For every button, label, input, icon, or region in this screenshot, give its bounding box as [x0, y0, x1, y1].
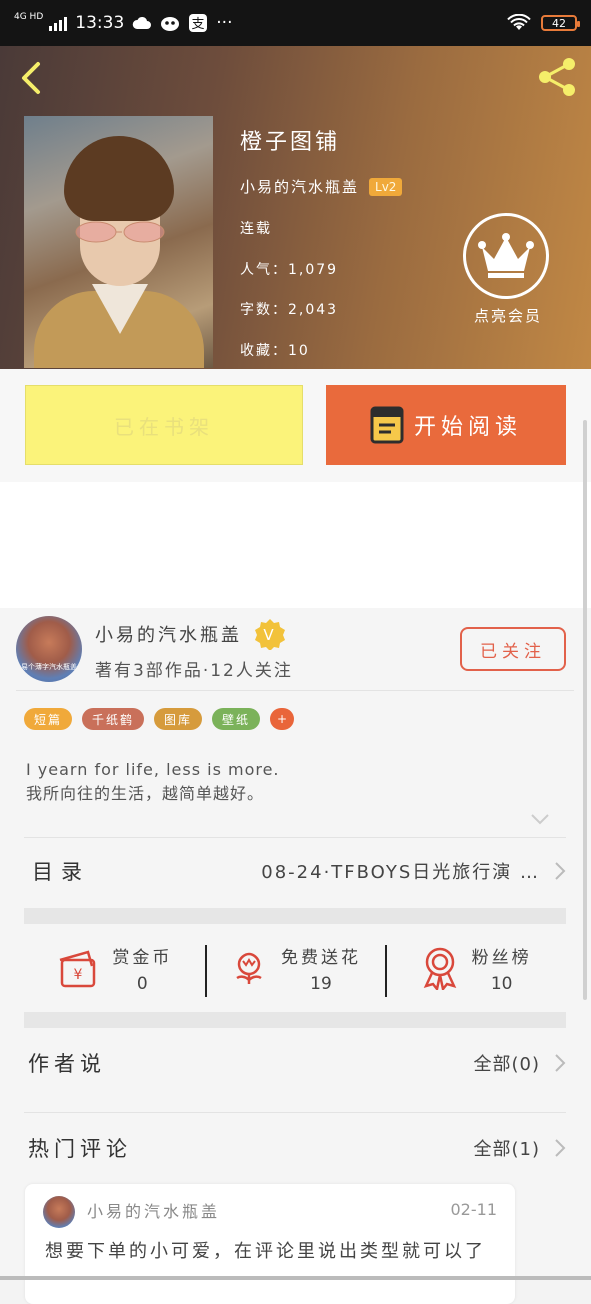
wordcount-value: 2,043: [288, 302, 339, 318]
hot-comments-count: 全部(1): [473, 1139, 540, 1160]
section-separator: [24, 1012, 566, 1028]
stat-fans[interactable]: 粉丝榜 10: [385, 943, 566, 997]
add-tag-button[interactable]: +: [270, 708, 295, 730]
tag-1[interactable]: 千纸鹤: [82, 708, 145, 730]
reward-stats: ¥ 赏金币 0 免费送花 19 粉丝榜 10: [24, 924, 566, 1012]
blank-area: [0, 482, 591, 608]
book-intro: I yearn for life, less is more. 我所向往的生活，…: [26, 758, 280, 806]
favorites-label: 收藏：: [240, 343, 288, 359]
divider: [16, 690, 574, 691]
book-wordcount: 字数：2,043: [240, 299, 338, 319]
table-of-contents-row[interactable]: 目录 08-24·TFBOYS日光旅行演 …: [24, 838, 566, 904]
tag-2[interactable]: 图库: [154, 708, 203, 730]
book-favorites: 收藏：10: [240, 340, 310, 360]
book-details: 易个薄字汽水瓶盖 小易的汽水瓶盖 V 著有3部作品·12人关注 已关注 短篇 千…: [0, 608, 591, 1304]
svg-text:V: V: [263, 626, 276, 644]
in-bookshelf-button[interactable]: 已在书架: [25, 385, 303, 465]
comment-text: 想要下单的小可爱，在评论里说出类型就可以了: [45, 1241, 486, 1262]
start-reading-button[interactable]: 开始阅读: [326, 385, 566, 465]
start-reading-label: 开始阅读: [413, 415, 522, 440]
toc-label: 目录: [32, 860, 90, 884]
author-says-count: 全部(0): [473, 1054, 540, 1075]
stat-coins-value: 0: [136, 973, 148, 994]
stat-flowers[interactable]: 免费送花 19: [204, 943, 386, 997]
author-says-label: 作者说: [28, 1052, 106, 1076]
share-icon[interactable]: [537, 56, 579, 98]
comment-date: 02-11: [450, 1200, 498, 1219]
wordcount-label: 字数：: [240, 302, 288, 318]
popularity-label: 人气：: [240, 262, 288, 278]
tag-3[interactable]: 壁纸: [212, 708, 261, 730]
author-stats: 著有3部作品·12人关注: [95, 661, 293, 681]
back-arrow-icon[interactable]: [16, 60, 46, 96]
section-separator: [24, 908, 566, 924]
more-notifications: ···: [216, 13, 233, 33]
wifi-icon: [507, 14, 531, 30]
intro-line-2: 我所向往的生活，越简单越好。: [26, 784, 265, 803]
crown-icon: [478, 233, 534, 278]
alipay-icon: 支: [189, 14, 208, 32]
author-says-row[interactable]: 作者说 全部(0): [24, 1028, 566, 1098]
chevron-right-icon: [555, 1139, 566, 1157]
book-popularity: 人气：1,079: [240, 259, 338, 279]
stat-coins-label: 赏金币: [112, 947, 173, 968]
commenter-name[interactable]: 小易的汽水瓶盖: [87, 1198, 220, 1222]
vip-label: 点亮会员: [473, 307, 542, 325]
level-badge: Lv2: [369, 177, 403, 196]
svg-text:¥: ¥: [74, 967, 83, 983]
book-status: 连载: [240, 221, 272, 237]
chevron-right-icon: [555, 862, 566, 880]
popularity-value: 1,079: [288, 262, 339, 278]
favorites-value: 10: [288, 343, 310, 359]
comment-card[interactable]: 小易的汽水瓶盖 02-11 想要下单的小可爱，在评论里说出类型就可以了: [25, 1184, 515, 1304]
book-header: 橙子图铺 小易的汽水瓶盖 Lv2 连载 人气：1,079 字数：2,043 收藏…: [0, 46, 591, 369]
book-cover[interactable]: [24, 116, 213, 368]
stat-fans-value: 10: [490, 973, 513, 994]
network-type: 4G HD: [14, 11, 44, 22]
cover-hair: [64, 136, 174, 221]
flower-icon: [236, 952, 262, 984]
app-mascot-icon: [161, 17, 180, 31]
author-name[interactable]: 小易的汽水瓶盖: [95, 621, 242, 647]
medal-icon: [423, 947, 456, 990]
author-avatar[interactable]: 易个薄字汽水瓶盖: [16, 616, 82, 682]
book-title: 橙子图铺: [240, 130, 341, 155]
stat-fans-label: 粉丝榜: [471, 947, 532, 968]
signal-icon: [49, 15, 68, 31]
followed-button[interactable]: 已关注: [460, 627, 566, 671]
hot-comments-row[interactable]: 热门评论 全部(1): [24, 1113, 566, 1183]
verified-badge-icon: V: [255, 619, 285, 650]
action-bar: 已在书架 开始阅读: [0, 369, 591, 482]
chevron-right-icon: [555, 1054, 566, 1072]
avatar-caption: 易个薄字汽水瓶盖: [21, 663, 77, 671]
intro-line-1: I yearn for life, less is more.: [26, 760, 280, 779]
expand-chevron-icon[interactable]: [530, 812, 550, 826]
book-icon: [370, 406, 404, 444]
cover-glasses: [75, 221, 165, 243]
battery-level: 42: [552, 16, 566, 30]
latest-chapter: 08-24·TFBOYS日光旅行演 …: [261, 862, 540, 883]
tag-0[interactable]: 短篇: [24, 708, 73, 730]
book-author-row[interactable]: 小易的汽水瓶盖 Lv2: [240, 176, 403, 197]
hot-comments-label: 热门评论: [28, 1137, 132, 1161]
book-author[interactable]: 小易的汽水瓶盖: [240, 176, 359, 197]
clock: 13:33: [75, 13, 125, 33]
bottom-edge: [0, 1276, 591, 1280]
red-envelope-icon: ¥: [59, 950, 96, 988]
stat-coins[interactable]: ¥ 赏金币 0: [24, 943, 205, 994]
scrollbar[interactable]: [583, 420, 587, 1000]
vip-button[interactable]: 点亮会员: [463, 213, 553, 326]
cloud-icon: [133, 16, 152, 29]
author-name-row[interactable]: 小易的汽水瓶盖 V: [95, 618, 286, 650]
status-bar: 4G HD 13:33 支 ··· 42: [0, 0, 591, 46]
commenter-avatar[interactable]: [43, 1196, 75, 1228]
stat-flowers-value: 19: [310, 973, 332, 994]
tag-list: 短篇 千纸鹤 图库 壁纸 +: [24, 708, 295, 730]
stat-flowers-label: 免费送花: [281, 947, 361, 968]
svg-text:支: 支: [192, 17, 205, 32]
battery-icon: 42: [541, 15, 580, 31]
crown-icon-ring: [463, 213, 549, 299]
